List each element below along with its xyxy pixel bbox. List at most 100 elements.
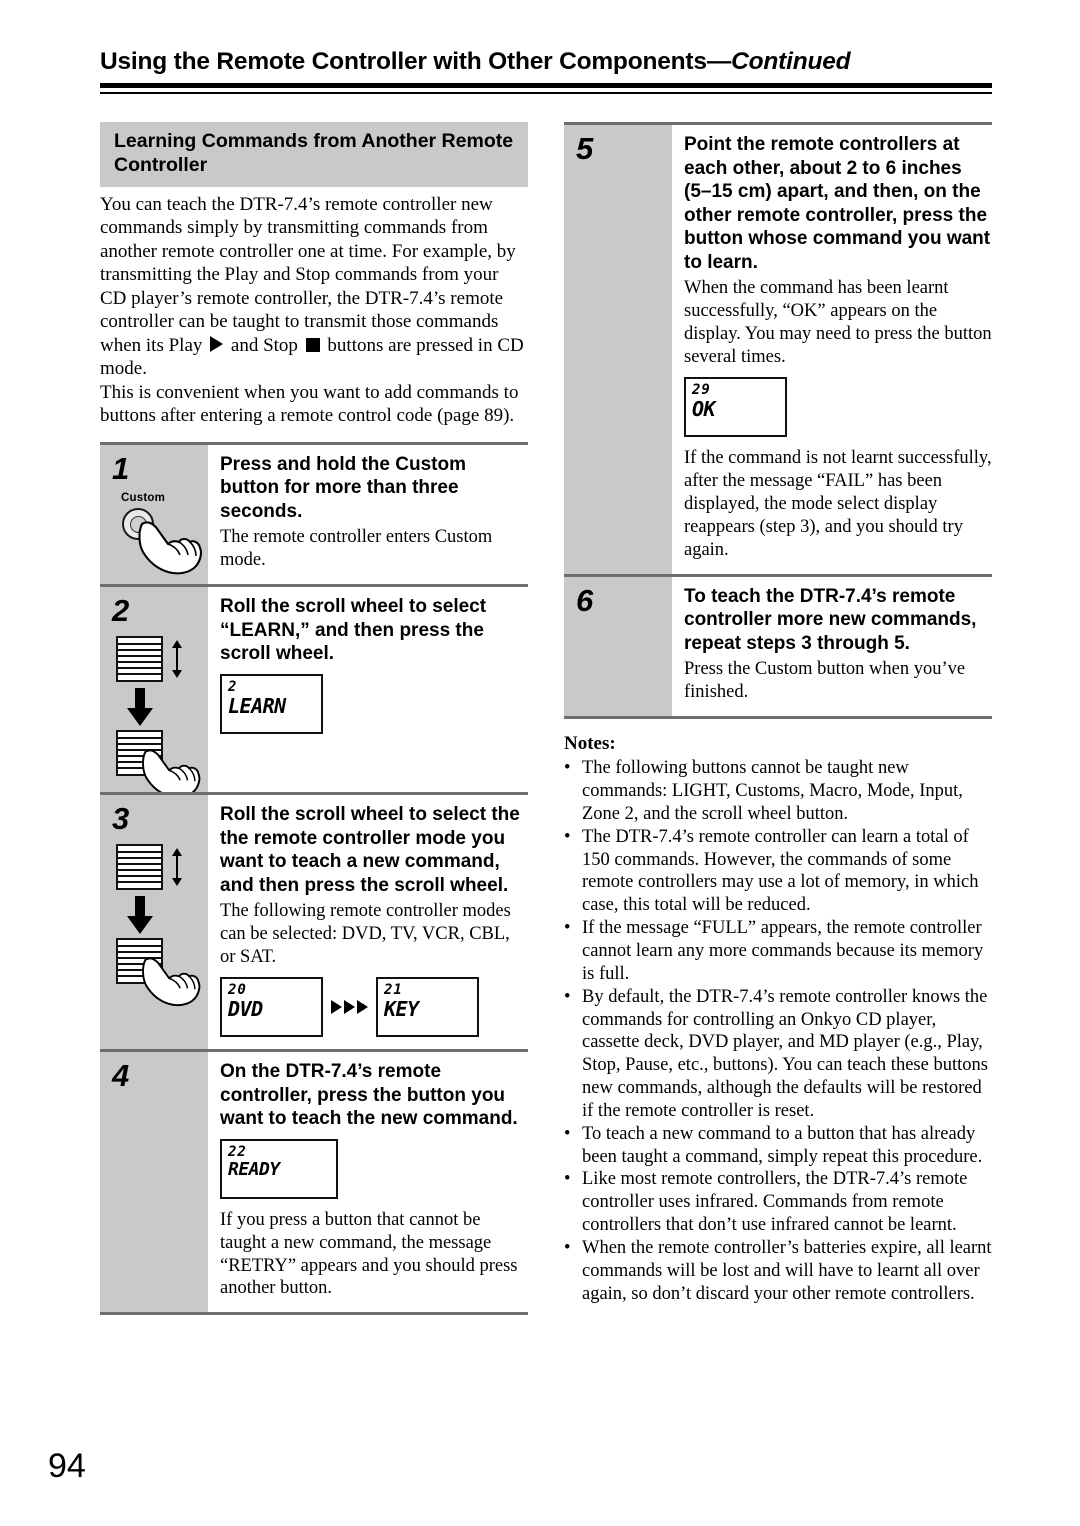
step-desc-6: Press the Custom button when you’ve fini… — [684, 659, 966, 703]
lcd-row-4: 22 READY — [220, 1138, 528, 1199]
step-number-cell-1: 1 Custom — [100, 444, 208, 585]
down-arrow-icon — [126, 896, 154, 935]
notes-heading: Notes: — [564, 733, 616, 755]
step-title-5: Point the remote controllers at each oth… — [684, 134, 991, 273]
left-column: Learning Commands from Another Remote Co… — [100, 122, 528, 1316]
lcd-number: 22 — [228, 1143, 247, 1160]
note-item: • The following buttons cannot be taught… — [564, 757, 992, 826]
step-number-6: 6 — [576, 582, 594, 618]
page-title-continued: Continued — [731, 48, 851, 75]
step-number-3: 3 — [112, 801, 130, 837]
lcd-number: 2 — [228, 678, 238, 695]
note-item: • By default, the DTR-7.4’s remote contr… — [564, 986, 992, 1123]
intro-paragraph-1: You can teach the DTR-7.4’s remote contr… — [100, 193, 528, 381]
note-item: • If the message “FULL” appears, the rem… — [564, 917, 992, 986]
steps-table-bottom-rule — [100, 1312, 528, 1316]
note-text: When the remote controller’s batteries e… — [582, 1237, 992, 1304]
custom-button-illustration: Custom — [108, 491, 204, 574]
custom-button-label: Custom — [121, 491, 166, 504]
note-text: By default, the DTR-7.4’s remote control… — [582, 986, 988, 1121]
note-text: To teach a new command to a button that … — [582, 1123, 983, 1167]
down-arrow-icon — [126, 688, 154, 727]
lcd-display-key: 21 KEY — [376, 977, 479, 1038]
scroll-wheel-icon — [116, 844, 163, 891]
step-title-6: To teach the DTR-7.4’s remote controller… — [684, 585, 977, 654]
step-desc-5-secondary: If the command is not learnt successfull… — [684, 448, 992, 560]
step-body-6: To teach the DTR-7.4’s remote controller… — [672, 576, 992, 717]
step-body-5: Point the remote controllers at each oth… — [672, 125, 992, 574]
notes-list: • The following buttons cannot be taught… — [564, 757, 992, 1305]
step-body-4: On the DTR-7.4’s remote controller, pres… — [208, 1052, 528, 1313]
steps-table-bottom-rule — [564, 716, 992, 720]
bullet-icon: • — [564, 1123, 571, 1144]
lcd-text: KEY — [384, 997, 419, 1022]
lcd-display-dvd: 20 DVD — [220, 977, 323, 1038]
arrow-right-icon — [331, 1000, 342, 1015]
note-item: • Like most remote controllers, the DTR-… — [564, 1168, 992, 1237]
scroll-wheel-illustration — [108, 842, 204, 1007]
lcd-text: READY — [228, 1158, 280, 1180]
manual-page: Using the Remote Controller with Other C… — [0, 0, 1080, 1526]
intro-paragraph-2: This is convenient when you want to add … — [100, 381, 519, 427]
bullet-icon: • — [564, 1169, 571, 1190]
step-number-cell-2: 2 — [100, 587, 208, 799]
step-body-2: Roll the scroll wheel to select “LEARN,”… — [208, 587, 528, 793]
lcd-text: OK — [692, 397, 716, 422]
bullet-icon: • — [564, 758, 571, 779]
up-down-arrow-icon — [170, 848, 184, 887]
lcd-number: 29 — [692, 382, 711, 399]
stop-icon — [305, 337, 320, 352]
step-icon-art-1: Custom — [100, 491, 208, 574]
pointing-hand-icon — [138, 954, 204, 1008]
intro-part-a: You can teach the DTR-7.4’s remote contr… — [100, 193, 516, 356]
lcd-text: DVD — [228, 997, 263, 1022]
right-column: 5 Point the remote controllers at each o… — [564, 122, 992, 1305]
scroll-wheel-icon — [116, 636, 163, 683]
pointing-hand-icon — [134, 518, 206, 576]
step-number-2: 2 — [112, 593, 130, 629]
intro-text: You can teach the DTR-7.4’s remote contr… — [100, 193, 528, 428]
step-number-5: 5 — [576, 131, 594, 166]
step-row-1: 1 Custom Press and hold the Custom butto… — [100, 441, 528, 585]
lcd-number: 20 — [228, 982, 247, 999]
lcd-number: 21 — [384, 982, 403, 999]
section-heading: Learning Commands from Another Remote Co… — [100, 122, 528, 187]
bullet-icon: • — [564, 1237, 571, 1258]
step-row-3: 3 Roll the scroll wheel to select the th… — [100, 792, 528, 1050]
step-body-3: Roll the scroll wheel to select the the … — [208, 795, 528, 1050]
bullet-icon: • — [564, 826, 571, 847]
scroll-wheel-illustration — [108, 634, 204, 799]
page-title: Using the Remote Controller with Other C… — [100, 48, 992, 76]
step-number-cell-5: 5 — [564, 125, 672, 574]
lcd-row-5: 29 OK — [684, 377, 992, 438]
step-icon-art-2 — [100, 634, 208, 799]
page-number: 94 — [48, 1447, 86, 1485]
lcd-row-3: 20 DVD 21 KEY — [220, 977, 528, 1038]
note-text: If the message “FULL” appears, the remot… — [582, 918, 984, 984]
header-rule-thick — [100, 83, 992, 88]
arrow-right-icon — [357, 1000, 368, 1015]
step-number-cell-6: 6 — [564, 576, 672, 717]
lcd-display-ready: 22 READY — [220, 1138, 338, 1199]
page-title-separator: — — [706, 48, 732, 75]
step-desc-1: The remote controller enters Custom mode… — [220, 527, 493, 571]
lcd-row-2: 2 LEARN — [220, 673, 528, 734]
note-item: • The DTR-7.4’s remote controller can le… — [564, 826, 992, 917]
step-icon-art-3 — [100, 842, 208, 1007]
bullet-icon: • — [564, 986, 571, 1007]
step-number-cell-4: 4 — [100, 1052, 208, 1313]
step-row-5: 5 Point the remote controllers at each o… — [564, 122, 992, 574]
note-item: • To teach a new command to a button tha… — [564, 1123, 992, 1169]
step-title-3: Roll the scroll wheel to select the the … — [220, 804, 520, 896]
play-icon — [210, 335, 224, 352]
step-number-cell-3: 3 — [100, 795, 208, 1050]
page-title-main: Using the Remote Controller with Other C… — [100, 48, 707, 75]
note-text: The following buttons cannot be taught n… — [582, 758, 963, 824]
steps-table-right: 5 Point the remote controllers at each o… — [564, 122, 992, 720]
step-row-2: 2 Roll the scroll wheel to select “LEARN… — [100, 584, 528, 799]
step-row-4: 4 On the DTR-7.4’s remote controller, pr… — [100, 1049, 528, 1313]
up-down-arrow-icon — [170, 640, 184, 679]
step-desc-5: When the command has been learnt success… — [684, 278, 992, 368]
header-rule-thin — [100, 92, 992, 94]
bullet-icon: • — [564, 918, 571, 939]
